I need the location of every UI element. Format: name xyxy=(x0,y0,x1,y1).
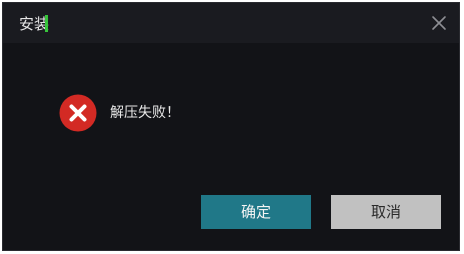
close-icon xyxy=(432,16,446,30)
dialog-content: 解压失败！ 确定 取消 xyxy=(3,43,459,250)
cancel-button[interactable]: 取消 xyxy=(331,195,441,229)
ok-button[interactable]: 确定 xyxy=(201,195,311,229)
close-button[interactable] xyxy=(429,13,449,33)
error-message: 解压失败！ xyxy=(110,105,180,121)
install-dialog-window: 安装 解压失败！ 确定 取消 xyxy=(2,2,460,251)
error-icon xyxy=(59,94,97,132)
title-bar[interactable]: 安装 xyxy=(3,3,459,43)
text-cursor xyxy=(45,15,48,32)
